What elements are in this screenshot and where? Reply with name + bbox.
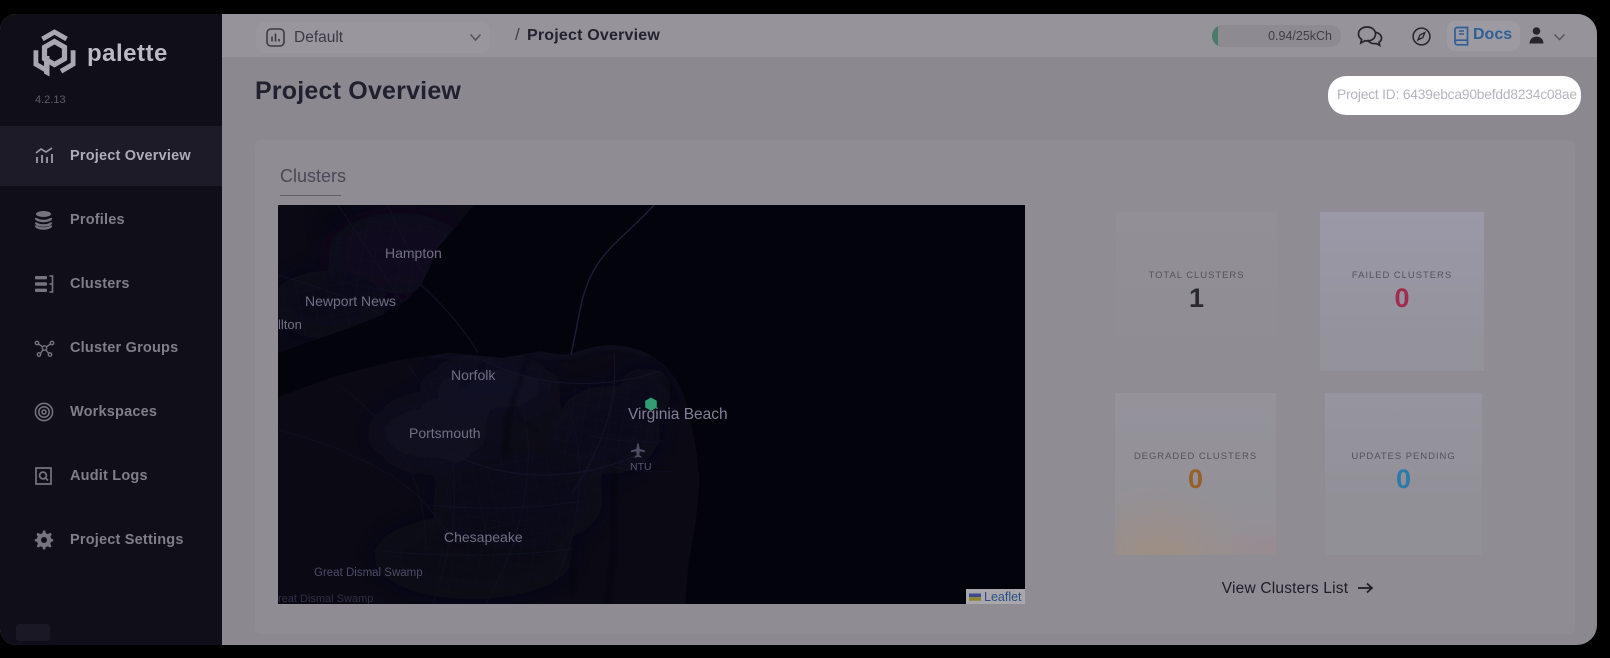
svg-text:Chesapeake: Chesapeake: [444, 529, 523, 545]
svg-text:NTU: NTU: [630, 461, 652, 473]
svg-text:Hampton: Hampton: [385, 245, 442, 261]
svg-text:reat Dismal Swamp: reat Dismal Swamp: [278, 593, 373, 604]
svg-text:Great Dismal Swamp: Great Dismal Swamp: [314, 567, 423, 579]
svg-text:llton: llton: [278, 317, 302, 332]
svg-text:Norfolk: Norfolk: [451, 367, 496, 383]
svg-text:Leaflet: Leaflet: [984, 590, 1022, 604]
svg-text:Virginia Beach: Virginia Beach: [628, 406, 728, 423]
svg-text:Portsmouth: Portsmouth: [409, 425, 481, 441]
svg-text:Newport News: Newport News: [305, 293, 396, 309]
